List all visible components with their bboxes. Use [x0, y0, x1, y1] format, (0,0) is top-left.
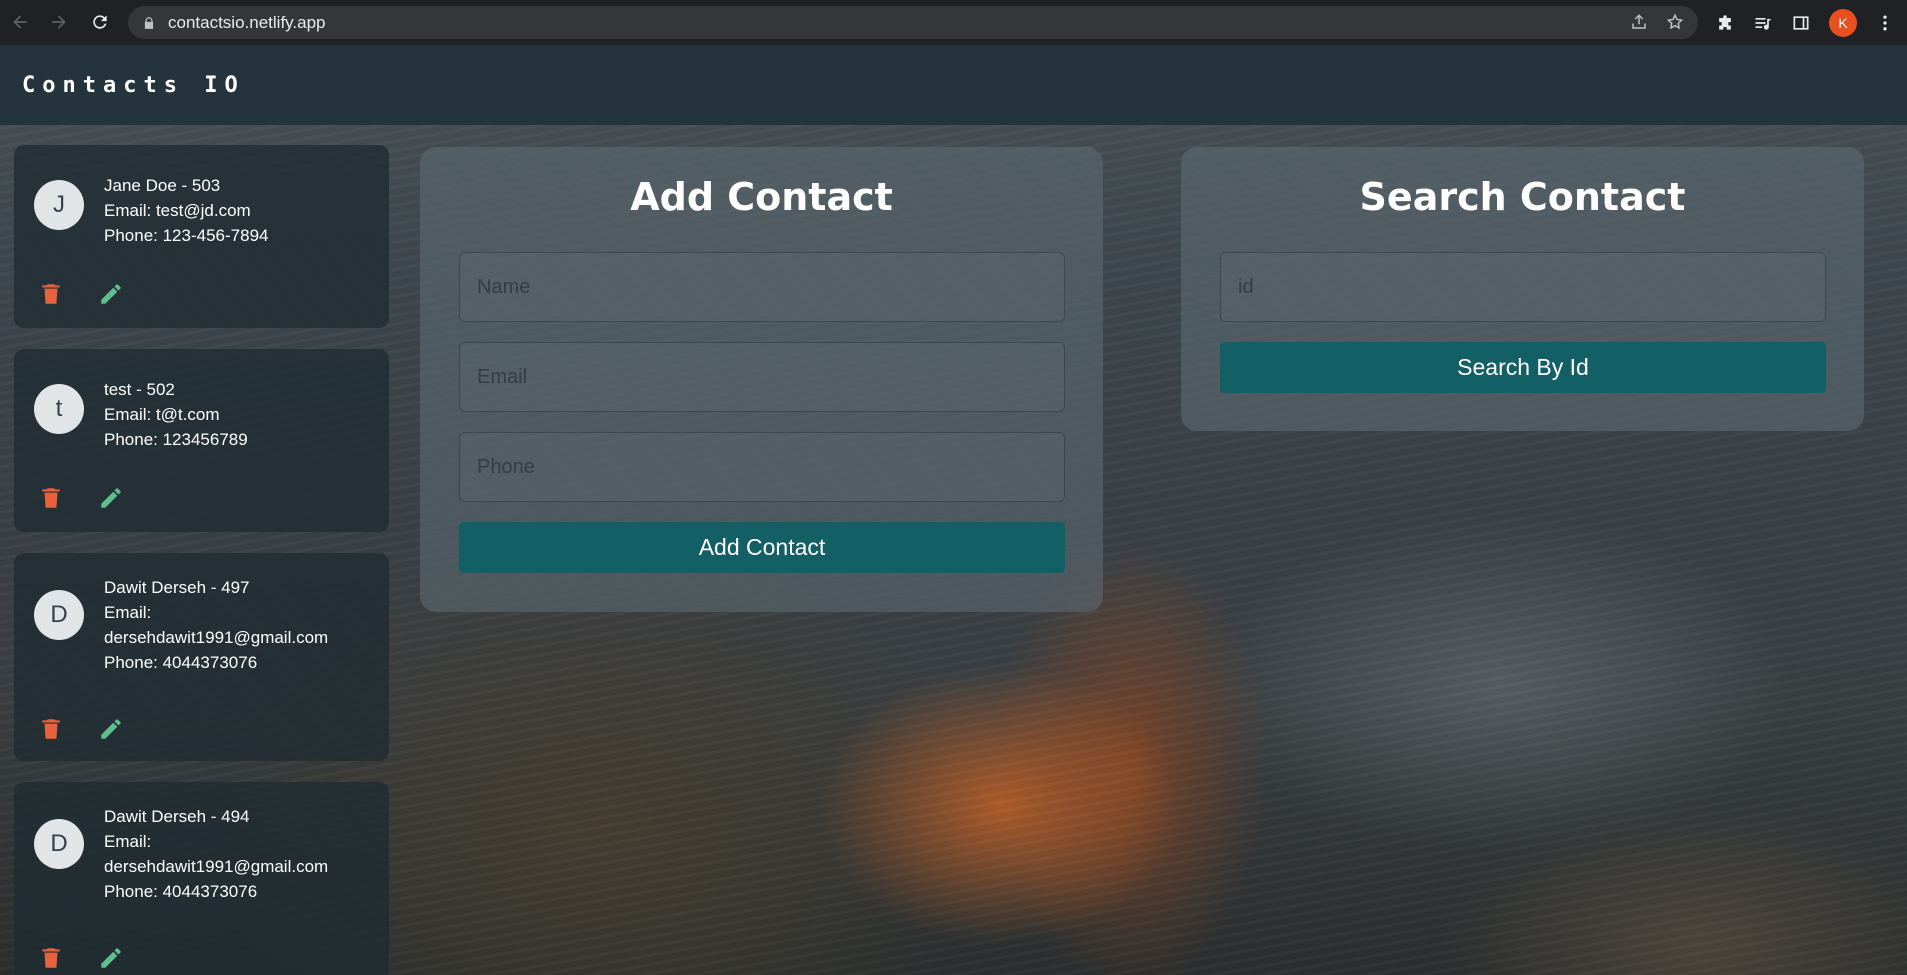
trash-icon[interactable] [38, 945, 64, 971]
pencil-icon[interactable] [98, 945, 124, 971]
contact-email: Email: [104, 832, 152, 851]
address-url: contactsio.netlify.app [168, 12, 326, 32]
search-by-id-button[interactable]: Search By Id [1220, 342, 1826, 393]
reload-icon[interactable] [88, 10, 112, 34]
search-contact-panel: Search Contact Search By Id [1181, 147, 1864, 431]
more-menu-icon[interactable] [1875, 13, 1895, 33]
email-input[interactable] [459, 342, 1065, 412]
name-input[interactable] [459, 252, 1065, 322]
side-panel-icon[interactable] [1791, 13, 1811, 33]
contact-email: Email: [104, 603, 152, 622]
contact-title: Dawit Derseh - 494 [104, 807, 250, 826]
app-brand[interactable]: Contacts IO [22, 73, 245, 98]
address-bar[interactable]: contactsio.netlify.app [128, 6, 1698, 39]
lock-icon [144, 16, 154, 29]
extensions-icon[interactable] [1715, 13, 1735, 33]
contact-card: t test - 502 Email: t@t.com Phone: 12345… [14, 349, 389, 532]
trash-icon[interactable] [38, 485, 64, 511]
contact-phone: Phone: 123-456-7894 [104, 226, 269, 245]
add-contact-heading: Add Contact [630, 175, 893, 219]
contact-card: D Dawit Derseh - 494 Email: dersehdawit1… [14, 782, 389, 975]
contact-email: Email: t@t.com [104, 405, 220, 424]
contact-card: D Dawit Derseh - 497 Email: dersehdawit1… [14, 553, 389, 761]
add-contact-panel: Add Contact Add Contact [420, 147, 1103, 612]
reading-list-icon[interactable] [1753, 13, 1773, 33]
contact-avatar: D [34, 819, 84, 869]
app-header: Contacts IO [0, 45, 1907, 125]
pencil-icon[interactable] [98, 281, 124, 307]
pencil-icon[interactable] [98, 485, 124, 511]
contact-card: J Jane Doe - 503 Email: test@jd.com Phon… [14, 145, 389, 328]
trash-icon[interactable] [38, 716, 64, 742]
contact-phone: Phone: 4044373076 [104, 653, 258, 672]
contact-email-address: dersehdawit1991@gmail.com [104, 857, 329, 876]
search-contact-heading: Search Contact [1359, 175, 1686, 219]
contact-email: Email: test@jd.com [104, 201, 251, 220]
share-icon[interactable] [1630, 13, 1648, 31]
pencil-icon[interactable] [98, 716, 124, 742]
page-viewport: Contacts IO J Jane Doe - 503 Email: test… [0, 45, 1907, 975]
add-contact-button[interactable]: Add Contact [459, 522, 1065, 573]
id-search-input[interactable] [1220, 252, 1826, 322]
contact-avatar: t [34, 384, 84, 434]
contact-avatar: J [34, 180, 84, 230]
trash-icon[interactable] [38, 281, 64, 307]
contact-avatar: D [34, 590, 84, 640]
contact-email-address: dersehdawit1991@gmail.com [104, 628, 329, 647]
bookmark-star-icon[interactable] [1666, 13, 1684, 31]
browser-toolbar: contactsio.netlify.app K [0, 0, 1907, 45]
contact-title: test - 502 [104, 380, 175, 399]
contact-title: Dawit Derseh - 497 [104, 578, 250, 597]
contact-title: Jane Doe - 503 [104, 176, 221, 195]
back-icon[interactable] [8, 10, 32, 34]
phone-input[interactable] [459, 432, 1065, 502]
forward-icon[interactable] [47, 10, 71, 34]
contact-phone: Phone: 4044373076 [104, 882, 258, 901]
contact-phone: Phone: 123456789 [104, 430, 248, 449]
profile-avatar[interactable]: K [1829, 9, 1857, 37]
